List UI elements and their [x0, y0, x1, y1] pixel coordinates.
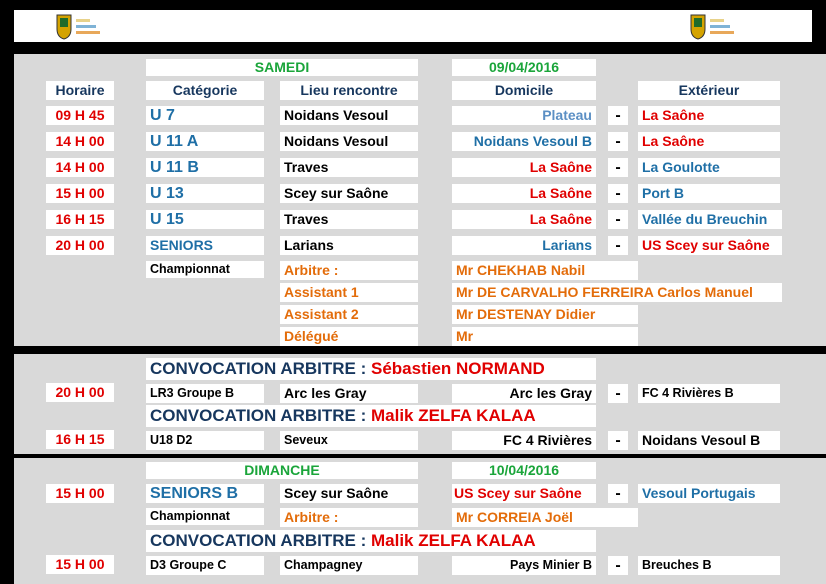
convocation-time: 20 H 00 [46, 383, 114, 402]
convocation-label: CONVOCATION ARBITRE : [150, 531, 371, 550]
convocation-venue: Champagney [280, 556, 418, 575]
day-label: DIMANCHE [146, 462, 418, 479]
convocation-home: Pays Minier B [452, 556, 596, 575]
convocation-dash: - [608, 384, 628, 403]
match-venue: Scey sur Saône [280, 484, 418, 503]
match-venue: Noidans Vesoul [280, 132, 418, 151]
convocation-home: Arc les Gray [452, 384, 596, 403]
match-venue: Traves [280, 158, 418, 177]
match-dash: - [608, 132, 628, 151]
official-role: Arbitre : [280, 261, 418, 280]
match-venue: Larians [280, 236, 418, 255]
match-dash: - [608, 158, 628, 177]
match-dash: - [608, 236, 628, 255]
match-away: Port B [638, 184, 780, 203]
match-time: 14 H 00 [46, 158, 114, 177]
club-logo-icon [56, 14, 100, 40]
match-category: U 13 [146, 184, 264, 203]
match-time: 16 H 15 [46, 210, 114, 229]
date-label: 09/04/2016 [452, 59, 596, 76]
convocation-label: CONVOCATION ARBITRE : [150, 359, 371, 378]
match-category: U 11 B [146, 158, 264, 177]
match-time: 14 H 00 [46, 132, 114, 151]
convocation-venue: Seveux [280, 431, 418, 450]
match-time: 15 H 00 [46, 484, 114, 503]
day-label: SAMEDI [146, 59, 418, 76]
official-role: Délégué [280, 327, 418, 346]
convocation-referee: Malik ZELFA KALAA [371, 406, 536, 425]
convocation-title: CONVOCATION ARBITRE : Malik ZELFA KALAA [146, 405, 596, 427]
match-away: La Saône [638, 106, 780, 125]
match-venue: Noidans Vesoul [280, 106, 418, 125]
match-away: Vesoul Portugais [638, 484, 780, 503]
convocation-referee: Malik ZELFA KALAA [371, 531, 536, 550]
match-home: Plateau [452, 106, 596, 125]
header-away: Extérieur [638, 81, 780, 100]
match-category: U 7 [146, 106, 264, 125]
match-venue: Traves [280, 210, 418, 229]
convocation-home: FC 4 Rivières [452, 431, 596, 450]
club-logo-icon [690, 14, 734, 40]
match-category: U 15 [146, 210, 264, 229]
convocation-category: LR3 Groupe B [146, 384, 264, 403]
convocation-time: 15 H 00 [46, 555, 114, 574]
official-name: Mr CORREIA Joël [452, 508, 638, 527]
match-away: La Saône [638, 132, 780, 151]
official-name: Mr DE CARVALHO FERREIRA Carlos Manuel [452, 283, 782, 302]
match-time: 15 H 00 [46, 184, 114, 203]
match-category: U 11 A [146, 132, 264, 151]
convocation-title: CONVOCATION ARBITRE : Sébastien NORMAND [146, 358, 596, 380]
match-home: Noidans Vesoul B [452, 132, 596, 151]
convocation-venue: Arc les Gray [280, 384, 418, 403]
match-home: La Saône [452, 210, 596, 229]
date-label: 10/04/2016 [452, 462, 596, 479]
match-dash: - [608, 484, 628, 503]
match-home: Larians [452, 236, 596, 255]
match-venue: Scey sur Saône [280, 184, 418, 203]
official-name: Mr [452, 327, 638, 346]
header-venue: Lieu rencontre [280, 81, 418, 100]
match-category: SENIORS [146, 236, 264, 255]
convocation-category: D3 Groupe C [146, 556, 264, 575]
match-dash: - [608, 210, 628, 229]
official-name: Mr CHEKHAB Nabil [452, 261, 638, 280]
match-dash: - [608, 106, 628, 125]
convocation-away: Noidans Vesoul B [638, 431, 780, 450]
convocation-category: U18 D2 [146, 431, 264, 450]
competition-label: Championnat [146, 261, 264, 278]
official-role: Assistant 2 [280, 305, 418, 324]
match-home: La Saône [452, 158, 596, 177]
convocation-away: FC 4 Rivières B [638, 384, 780, 403]
convocation-dash: - [608, 431, 628, 450]
match-time: 09 H 45 [46, 106, 114, 125]
header-home: Domicile [452, 81, 596, 100]
match-home: US Scey sur Saône [452, 484, 596, 503]
match-home: La Saône [452, 184, 596, 203]
convocation-referee: Sébastien NORMAND [371, 359, 545, 378]
match-dash: - [608, 184, 628, 203]
official-role: Arbitre : [280, 508, 418, 527]
convocation-label: CONVOCATION ARBITRE : [150, 406, 371, 425]
match-away: US Scey sur Saône [638, 236, 782, 255]
convocation-title: CONVOCATION ARBITRE : Malik ZELFA KALAA [146, 530, 596, 552]
match-time: 20 H 00 [46, 236, 114, 255]
convocation-dash: - [608, 556, 628, 575]
match-category: SENIORS B [146, 484, 264, 503]
header-category: Catégorie [146, 81, 264, 100]
competition-label: Championnat [146, 508, 264, 525]
official-role: Assistant 1 [280, 283, 418, 302]
match-away: Vallée du Breuchin [638, 210, 782, 229]
match-away: La Goulotte [638, 158, 780, 177]
official-name: Mr DESTENAY Didier [452, 305, 638, 324]
convocation-away: Breuches B [638, 556, 780, 575]
header-time: Horaire [46, 81, 114, 100]
convocation-time: 16 H 15 [46, 430, 114, 449]
